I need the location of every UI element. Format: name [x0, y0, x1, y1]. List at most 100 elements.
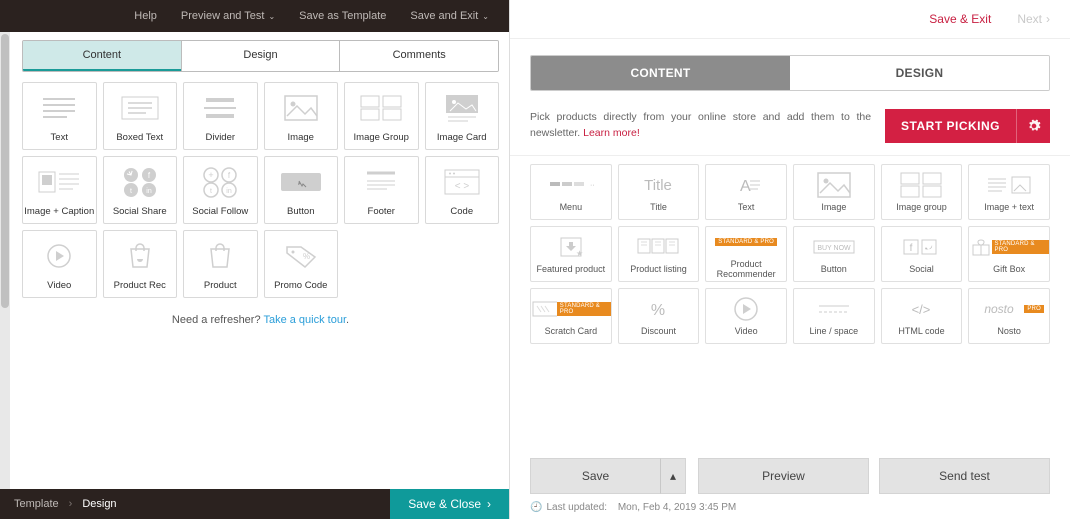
topbar-preview-and-test[interactable]: Preview and Test⌄ — [181, 10, 275, 22]
block-gift-box[interactable]: STANDARD & PRO Gift Box — [968, 226, 1050, 282]
left-topbar: Help Preview and Test⌄ Save as Template Sav… — [0, 0, 509, 32]
block-product-listing[interactable]: Product listing — [618, 226, 700, 282]
save-close-button[interactable]: Save & Close› — [390, 489, 509, 519]
tile-social-share[interactable]: ftin Social Share — [103, 156, 178, 224]
image-icon — [794, 172, 874, 198]
svg-text:Title: Title — [645, 177, 673, 194]
block-image-text[interactable]: Image + text — [968, 164, 1050, 220]
left-app: Help Preview and Test⌄ Save as Template Sav… — [0, 0, 510, 519]
tile-label: Image — [288, 132, 314, 143]
chevron-right-icon: › — [69, 498, 73, 510]
tab-design[interactable]: Design — [181, 41, 340, 71]
chevron-down-icon: ⌄ — [482, 12, 489, 21]
block-image[interactable]: Image — [793, 164, 875, 220]
block-html-code[interactable]: </> HTML code — [881, 288, 963, 344]
block-label: Product listing — [630, 264, 687, 274]
block-social[interactable]: f Social — [881, 226, 963, 282]
boxed-lines-icon — [117, 90, 163, 126]
chevron-down-icon: ⌄ — [268, 12, 275, 21]
block-label: Video — [735, 326, 758, 336]
caret-up-icon: ▴ — [670, 469, 676, 483]
right-header: Save & Exit Next› — [510, 0, 1070, 39]
image-icon — [278, 90, 324, 126]
block-discount[interactable]: %Discount — [618, 288, 700, 344]
block-label: HTML code — [898, 326, 944, 336]
left-content-area: Text Boxed TextDivider Image Image Group Ima… — [0, 82, 509, 489]
block-video[interactable]: Video — [705, 288, 787, 344]
tile-social-follow[interactable]: +ftinSocial Follow — [183, 156, 258, 224]
line-icon — [794, 296, 874, 322]
social-share-icon: ftin — [117, 164, 163, 200]
block-featured-product[interactable]: ★Featured product — [530, 226, 612, 282]
save-button[interactable]: Save — [530, 458, 660, 494]
tile-promo-code[interactable]: %Promo Code — [264, 230, 339, 298]
topbar-save-and-exit[interactable]: Save and Exit⌄ — [410, 10, 489, 22]
breadcrumb-current: Design — [82, 498, 116, 510]
right-content-area: ···MenuTitleTitleATextImageImage groupIm… — [510, 160, 1070, 448]
breadcrumb-root[interactable]: Template — [14, 498, 59, 510]
tile-label: Social Share — [113, 206, 167, 217]
block-scratch-card[interactable]: STANDARD & PRO Scratch Card — [530, 288, 612, 344]
image-card-icon — [439, 90, 485, 126]
block-label: Social — [909, 264, 934, 274]
video-icon — [706, 296, 786, 322]
scrollbar[interactable] — [0, 32, 10, 489]
block-nosto[interactable]: nostoPRONosto — [968, 288, 1050, 344]
featured-icon: ★ — [531, 234, 611, 260]
plan-badge: PRO — [1024, 305, 1044, 313]
block-title[interactable]: TitleTitle — [618, 164, 700, 220]
code-icon: < > — [439, 164, 485, 200]
preview-button[interactable]: Preview — [698, 458, 869, 494]
start-picking-button[interactable]: START PICKING — [885, 109, 1016, 143]
tile-image-group[interactable]: Image Group — [344, 82, 419, 150]
save-dropdown-button[interactable]: ▴ — [660, 458, 686, 494]
learn-more-link[interactable]: Learn more! — [583, 127, 640, 139]
block-line-space[interactable]: Line / space — [793, 288, 875, 344]
tile-label: Text — [51, 132, 68, 143]
tile-label: Button — [287, 206, 314, 217]
send-test-button[interactable]: Send test — [879, 458, 1050, 494]
gift-icon: STANDARD & PRO — [969, 234, 1049, 260]
tab-content[interactable]: Content — [23, 41, 181, 71]
tile-footer[interactable]: Footer — [344, 156, 419, 224]
topbar-help[interactable]: Help — [134, 10, 157, 22]
tab-comments[interactable]: Comments — [339, 41, 498, 71]
tile-label: Code — [450, 206, 473, 217]
block-label: Scratch Card — [545, 326, 598, 336]
tile-image-caption[interactable]: Image + Caption — [22, 156, 97, 224]
tile-image[interactable]: Image — [264, 82, 339, 150]
tile-video[interactable]: Video — [22, 230, 97, 298]
block-label: Gift Box — [993, 264, 1025, 274]
tile-code[interactable]: < > Code — [425, 156, 500, 224]
svg-text:< >: < > — [455, 181, 470, 192]
save-exit-link[interactable]: Save & Exit — [929, 12, 991, 26]
settings-button[interactable] — [1016, 109, 1050, 143]
tile-divider[interactable]: Divider — [183, 82, 258, 150]
block-text[interactable]: AText — [705, 164, 787, 220]
tile-image-card[interactable]: Image Card — [425, 82, 500, 150]
tile-label: Image Group — [354, 132, 409, 143]
block-button[interactable]: BUY NOWButton — [793, 226, 875, 282]
lines-icon — [36, 90, 82, 126]
tile-text[interactable]: Text — [22, 82, 97, 150]
quick-tour-link[interactable]: Take a quick tour — [263, 314, 346, 326]
block-product-recommender[interactable]: STANDARD & PROProduct Recommender — [705, 226, 787, 282]
tile-button[interactable]: Button — [264, 156, 339, 224]
topbar-save-as-template[interactable]: Save as Template — [299, 10, 386, 22]
svg-text:A: A — [740, 178, 751, 195]
tab-content[interactable]: CONTENT — [531, 56, 790, 90]
block-menu[interactable]: ···Menu — [530, 164, 612, 220]
svg-text:</>: </> — [912, 302, 931, 317]
scratch-icon: STANDARD & PRO — [531, 296, 611, 322]
tile-product[interactable]: Product — [183, 230, 258, 298]
tab-design[interactable]: DESIGN — [790, 56, 1049, 90]
title-icon: Title — [619, 172, 699, 198]
block-image-group[interactable]: Image group — [881, 164, 963, 220]
tile-boxed-text[interactable]: Boxed Text — [103, 82, 178, 150]
social-icon: f — [882, 234, 962, 260]
picker-description: Pick products directly from your online … — [530, 110, 871, 142]
tile-product-rec[interactable]: Product Rec — [103, 230, 178, 298]
chevron-right-icon: › — [487, 497, 491, 511]
plan-badge: STANDARD & PRO — [715, 238, 777, 246]
text-a-icon: A — [706, 172, 786, 198]
